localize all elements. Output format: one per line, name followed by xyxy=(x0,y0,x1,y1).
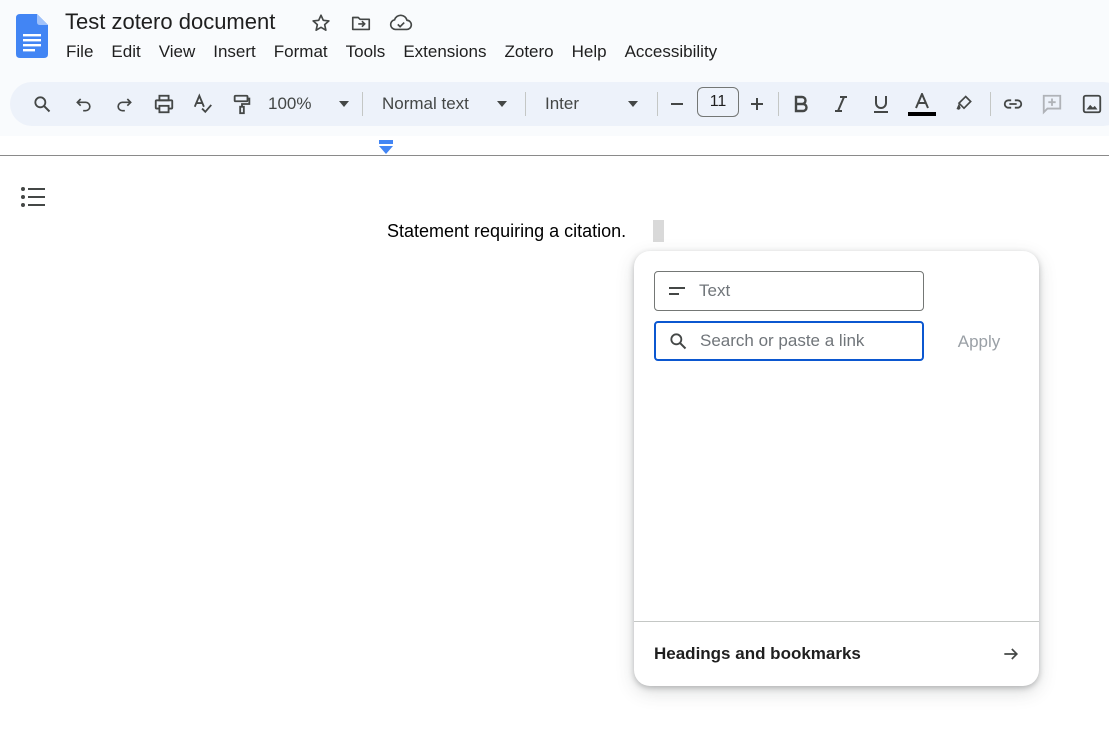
font-size-input[interactable]: 11 xyxy=(697,87,739,117)
menu-help[interactable]: Help xyxy=(563,40,616,64)
paint-format-button[interactable] xyxy=(228,82,256,126)
add-comment-icon xyxy=(1042,94,1062,115)
spellcheck-icon xyxy=(193,93,212,114)
menu-view[interactable]: View xyxy=(150,40,205,64)
menu-insert[interactable]: Insert xyxy=(204,40,265,64)
search-icon xyxy=(34,96,51,113)
menu-edit[interactable]: Edit xyxy=(102,40,149,64)
short-text-icon xyxy=(655,285,699,297)
print-icon xyxy=(154,94,174,114)
document-title[interactable]: Test zotero document xyxy=(65,9,275,35)
font-value: Inter xyxy=(545,94,580,113)
undo-button[interactable] xyxy=(70,82,98,126)
menu-format[interactable]: Format xyxy=(265,40,337,64)
dropdown-arrow-icon xyxy=(339,101,349,107)
docs-header: Test zotero document File Edit View Inse… xyxy=(0,0,1109,76)
highlight-color-button[interactable] xyxy=(952,82,976,126)
toolbar: 100% Normal text Inter 11 xyxy=(10,82,1109,126)
underline-button[interactable] xyxy=(870,82,892,126)
insert-link-button[interactable] xyxy=(1000,82,1026,126)
docs-logo-icon[interactable] xyxy=(16,14,48,58)
spellcheck-button[interactable] xyxy=(189,82,217,126)
bold-button[interactable] xyxy=(790,82,812,126)
increase-font-size-button[interactable] xyxy=(746,82,768,126)
toolbar-divider xyxy=(990,92,991,116)
apply-button[interactable]: Apply xyxy=(939,327,1019,357)
search-icon xyxy=(656,331,700,351)
minus-icon xyxy=(671,103,683,105)
link-url-field[interactable] xyxy=(654,321,924,361)
dropdown-arrow-icon xyxy=(628,101,638,107)
toolbar-divider xyxy=(657,92,658,116)
insert-link-dialog: Apply Headings and bookmarks xyxy=(634,251,1039,686)
paint-format-icon xyxy=(233,94,251,115)
ruler xyxy=(0,155,1109,156)
menu-extensions[interactable]: Extensions xyxy=(394,40,495,64)
dropdown-arrow-icon xyxy=(497,101,507,107)
star-icon[interactable] xyxy=(308,10,334,36)
decrease-font-size-button[interactable] xyxy=(666,82,688,126)
redo-button[interactable] xyxy=(110,82,138,126)
print-button[interactable] xyxy=(149,82,179,126)
paragraph-style-value: Normal text xyxy=(382,94,469,113)
menu-tools[interactable]: Tools xyxy=(337,40,395,64)
arrow-right-icon xyxy=(1004,648,1019,660)
move-folder-icon[interactable] xyxy=(348,10,374,36)
italic-button[interactable] xyxy=(830,82,852,126)
menu-file[interactable]: File xyxy=(57,40,102,64)
zoom-select[interactable]: 100% xyxy=(268,82,350,126)
toolbar-divider xyxy=(778,92,779,116)
insert-image-button[interactable] xyxy=(1079,82,1105,126)
document-body-text[interactable]: Statement requiring a citation. xyxy=(387,221,626,242)
toolbar-divider xyxy=(362,92,363,116)
link-url-input[interactable] xyxy=(700,331,910,351)
outline-icon[interactable] xyxy=(20,186,46,208)
text-selection xyxy=(653,220,664,242)
paragraph-style-select[interactable]: Normal text xyxy=(382,82,508,126)
add-comment-button[interactable] xyxy=(1039,82,1065,126)
undo-icon xyxy=(76,98,91,112)
font-select[interactable]: Inter xyxy=(545,82,639,126)
link-text-field[interactable] xyxy=(654,271,924,311)
image-icon xyxy=(1082,94,1102,114)
zoom-value: 100% xyxy=(268,94,312,113)
link-text-input[interactable] xyxy=(699,281,909,301)
plus-icon xyxy=(751,98,763,110)
menu-bar: File Edit View Insert Format Tools Exten… xyxy=(57,40,726,64)
redo-icon xyxy=(117,98,132,112)
text-color-icon xyxy=(915,92,929,108)
menu-zotero[interactable]: Zotero xyxy=(495,40,562,64)
headings-and-bookmarks-label: Headings and bookmarks xyxy=(654,644,861,663)
text-color-button[interactable] xyxy=(907,82,937,126)
indent-marker-icon[interactable] xyxy=(378,139,394,155)
bold-icon xyxy=(794,95,808,113)
link-icon xyxy=(1003,99,1023,109)
search-menus-button[interactable] xyxy=(28,82,56,126)
italic-icon xyxy=(835,96,847,112)
cloud-saved-icon[interactable] xyxy=(388,10,414,36)
text-color-swatch xyxy=(908,111,936,116)
menu-accessibility[interactable]: Accessibility xyxy=(616,40,727,64)
toolbar-divider xyxy=(525,92,526,116)
headings-and-bookmarks-item[interactable]: Headings and bookmarks xyxy=(634,622,1039,686)
underline-icon xyxy=(874,96,888,113)
highlight-icon xyxy=(956,95,972,110)
